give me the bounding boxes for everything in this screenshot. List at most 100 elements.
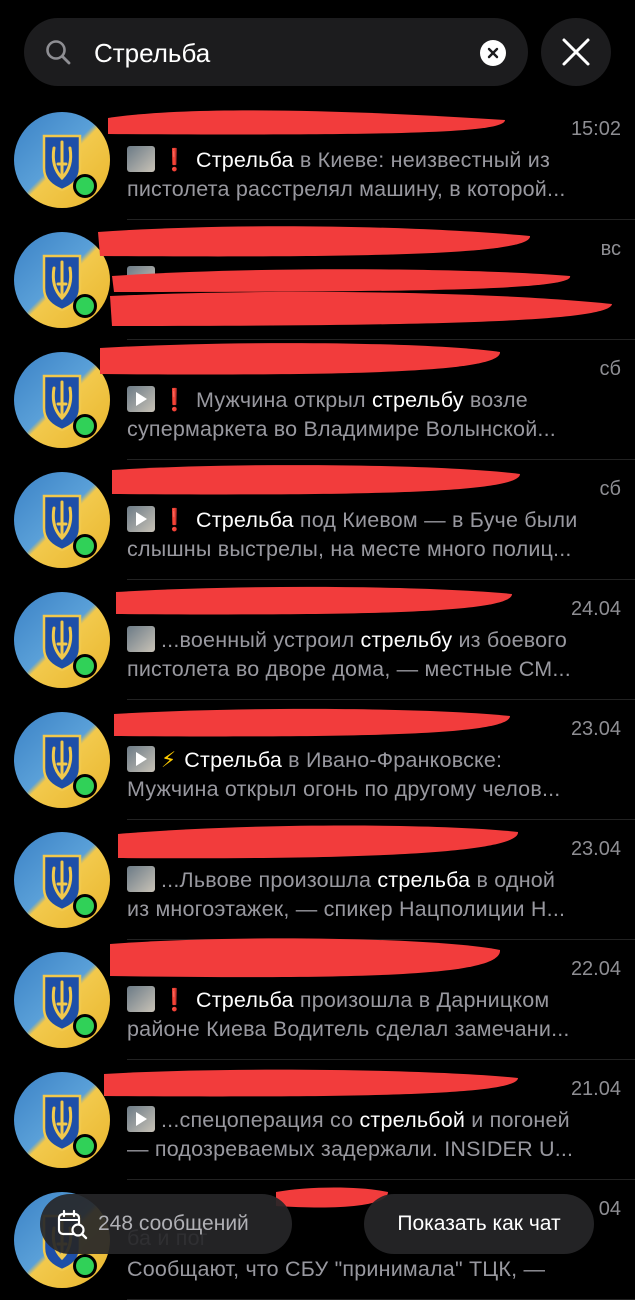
exclamation-icon: ❗ <box>161 508 188 532</box>
media-thumbnail <box>127 866 155 892</box>
online-indicator <box>73 894 97 918</box>
search-result-row[interactable]: сб ❗ Стрельба под Киевом — в Буче были сл… <box>0 460 635 580</box>
snippet-text: произошла в Дарницком <box>293 988 550 1012</box>
channel-avatar <box>14 352 110 448</box>
snippet-text: ...оккуп <box>161 268 234 292</box>
clear-icon[interactable] <box>480 40 506 66</box>
search-highlight: Стрельба <box>195 148 294 172</box>
result-snippet-line2: супермаркета во Владимире Волынской... <box>127 417 556 441</box>
exclamation-icon: ❗ <box>161 388 188 412</box>
exclamation-icon: ❗ <box>161 148 188 172</box>
search-result-row[interactable]: 22.04 ❗ Стрельба произошла в Дарницком ра… <box>0 940 635 1060</box>
result-time: 23.04 <box>570 838 621 860</box>
result-snippet-line2: Мужчина открыл огонь по другому челов... <box>127 777 561 801</box>
result-time: 04 <box>598 1198 621 1220</box>
media-thumbnail <box>127 986 155 1012</box>
snippet-text: в Ивано-Франковске: <box>282 748 503 772</box>
result-snippet-line2: районе Киева Водитель сделал замечани... <box>127 1017 570 1041</box>
result-snippet-line2: И <box>127 297 143 321</box>
channel-avatar <box>14 112 110 208</box>
snippet-text: из боевого <box>452 628 568 652</box>
search-result-row[interactable]: 23.04 ⚡ Стрельба в Ивано-Франковске: Мужч… <box>0 700 635 820</box>
result-time: 22.04 <box>570 958 621 980</box>
online-indicator <box>73 1134 97 1158</box>
online-indicator <box>73 654 97 678</box>
search-result-row[interactable]: сб ❗ Мужчина открыл стрельбу возле суперм… <box>0 340 635 460</box>
video-thumbnail <box>127 1106 155 1132</box>
message-count-button[interactable]: 248 сообщений <box>40 1194 292 1254</box>
search-result-row[interactable]: 24.04 ...военный устроил стрельбу из бое… <box>0 580 635 700</box>
snippet-text: в одной <box>470 868 556 892</box>
result-snippet-line2: пистолета во дворе дома, — местные СМ... <box>127 657 571 681</box>
search-result-row[interactable]: 23.04 ...Львове произошла стрельба в одн… <box>0 820 635 940</box>
close-button[interactable] <box>541 18 611 86</box>
search-result-row[interactable]: 15:02 ❗ Стрельба в Киеве: неизвестный из … <box>0 100 635 220</box>
search-highlight: Стрельба <box>184 748 282 772</box>
channel-avatar <box>14 832 110 928</box>
channel-avatar <box>14 592 110 688</box>
message-count-label: 248 сообщений <box>98 1212 249 1235</box>
snippet-text: ...спецоперация со <box>161 1108 360 1132</box>
online-indicator <box>73 174 97 198</box>
result-snippet-line2: — подозреваемых задержали. INSIDER U... <box>127 1137 574 1161</box>
search-highlight: Стрельба <box>195 988 294 1012</box>
search-highlight: стрельба <box>377 868 471 892</box>
online-indicator <box>73 534 97 558</box>
result-snippet-line1: ❗ Стрельба под Киевом — в Буче были <box>127 506 621 533</box>
result-snippet-line1: ...оккуп <box>127 266 621 293</box>
calendar-search-icon <box>57 1209 88 1240</box>
result-time: сб <box>599 358 621 380</box>
result-time: 15:02 <box>570 118 621 140</box>
channel-avatar <box>14 232 110 328</box>
channel-avatar <box>14 952 110 1048</box>
search-highlight: стрельбу <box>371 388 464 412</box>
result-time: 21.04 <box>570 1078 621 1100</box>
result-time: вс <box>600 238 621 260</box>
search-input[interactable] <box>92 18 476 88</box>
media-thumbnail <box>127 266 155 292</box>
media-thumbnail <box>127 626 155 652</box>
result-snippet-line1: ❗ Стрельба в Киеве: неизвестный из <box>127 146 621 173</box>
search-highlight: Стрельба <box>195 508 294 532</box>
snippet-text: под Киевом — в Буче были <box>293 508 578 532</box>
lightning-icon: ⚡ <box>161 748 177 772</box>
video-thumbnail <box>127 386 155 412</box>
result-snippet-line2: пистолета расстрелял машину, в которой..… <box>127 177 566 201</box>
channel-avatar <box>14 472 110 568</box>
snippet-text: ...военный устроил <box>161 628 361 652</box>
snippet-text: Мужчина открыл <box>195 388 372 412</box>
online-indicator <box>73 1014 97 1038</box>
online-indicator <box>73 1254 97 1278</box>
search-highlight: стрельбой <box>359 1108 466 1132</box>
online-indicator <box>73 414 97 438</box>
channel-avatar <box>14 712 110 808</box>
result-snippet-line1: ...военный устроил стрельбу из боевого <box>127 626 621 653</box>
media-thumbnail <box>127 146 155 172</box>
snippet-text: ...Львове произошла <box>161 868 378 892</box>
video-thumbnail <box>127 746 155 772</box>
result-snippet-line1: ❗ Мужчина открыл стрельбу возле <box>127 386 621 413</box>
search-bar[interactable] <box>24 18 528 88</box>
show-as-chat-button[interactable]: Показать как чат <box>364 1194 594 1254</box>
result-snippet-line1: ⚡ Стрельба в Ивано-Франковске: <box>127 746 621 773</box>
result-snippet-line1: ...Львове произошла стрельба в одной <box>127 866 621 893</box>
result-snippet-line2: слышны выстрелы, на месте много полиц... <box>127 537 572 561</box>
show-as-chat-label: Показать как чат <box>397 1212 561 1235</box>
search-result-row[interactable]: вс ...оккуп И <box>0 220 635 340</box>
channel-avatar <box>14 1072 110 1168</box>
result-snippet-line1: ...спецоперация со стрельбой и погоней <box>127 1106 621 1133</box>
search-icon <box>46 40 71 65</box>
result-time: сб <box>599 478 621 500</box>
online-indicator <box>73 294 97 318</box>
search-result-row[interactable]: 21.04 ...спецоперация со стрельбой и пог… <box>0 1060 635 1180</box>
snippet-text: и погоней <box>465 1108 570 1132</box>
close-icon <box>562 38 590 66</box>
result-time: 24.04 <box>570 598 621 620</box>
online-indicator <box>73 774 97 798</box>
result-snippet-line2: Сообщают, что СБУ "принимала" ТЦК, — <box>127 1257 546 1281</box>
result-snippet-line1: ❗ Стрельба произошла в Дарницком <box>127 986 621 1013</box>
snippet-text: в Киеве: неизвестный из <box>293 148 551 172</box>
exclamation-icon: ❗ <box>161 988 188 1012</box>
search-results-list: 15:02 ❗ Стрельба в Киеве: неизвестный из … <box>0 100 635 1300</box>
video-thumbnail <box>127 506 155 532</box>
